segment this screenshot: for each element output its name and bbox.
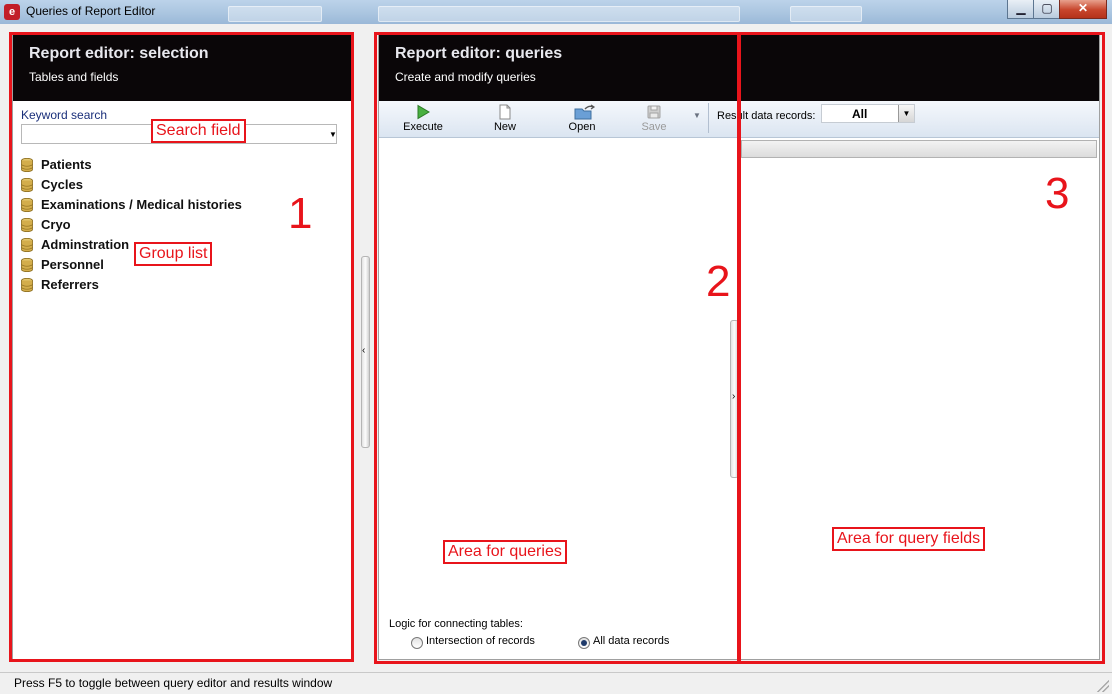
- annotation-number-2: 2: [706, 257, 731, 306]
- annotation-number-1: 1: [288, 189, 313, 238]
- panel-splitter[interactable]: ‹: [361, 256, 370, 448]
- app-window: e Queries of Report Editor ▁ ▢ ✕ Report …: [0, 0, 1112, 694]
- status-text: Press F5 to toggle between query editor …: [14, 676, 333, 690]
- resize-grip-icon[interactable]: [1097, 680, 1109, 692]
- annotation-box-3: [737, 32, 1105, 664]
- close-icon[interactable]: ✕: [1059, 0, 1107, 19]
- background-window-tab: [228, 6, 322, 22]
- title-bar[interactable]: e Queries of Report Editor ▁ ▢ ✕: [0, 0, 1112, 24]
- annotation-area-queries: Area for queries: [443, 540, 567, 564]
- annotation-box-2: [374, 32, 741, 664]
- app-logo-icon: e: [4, 4, 20, 20]
- maximize-icon[interactable]: ▢: [1033, 0, 1061, 19]
- annotation-area-fields: Area for query fields: [832, 527, 986, 551]
- annotation-group-list: Group list: [134, 242, 213, 266]
- status-bar: Press F5 to toggle between query editor …: [0, 672, 1112, 694]
- chevron-left-icon[interactable]: ‹: [362, 345, 365, 356]
- annotation-search-field: Search field: [151, 119, 246, 143]
- window-title: Queries of Report Editor: [26, 4, 156, 18]
- annotation-number-3: 3: [1045, 169, 1070, 218]
- background-window-tab: [790, 6, 862, 22]
- background-window-tab: [378, 6, 740, 22]
- minimize-icon[interactable]: ▁: [1007, 0, 1035, 19]
